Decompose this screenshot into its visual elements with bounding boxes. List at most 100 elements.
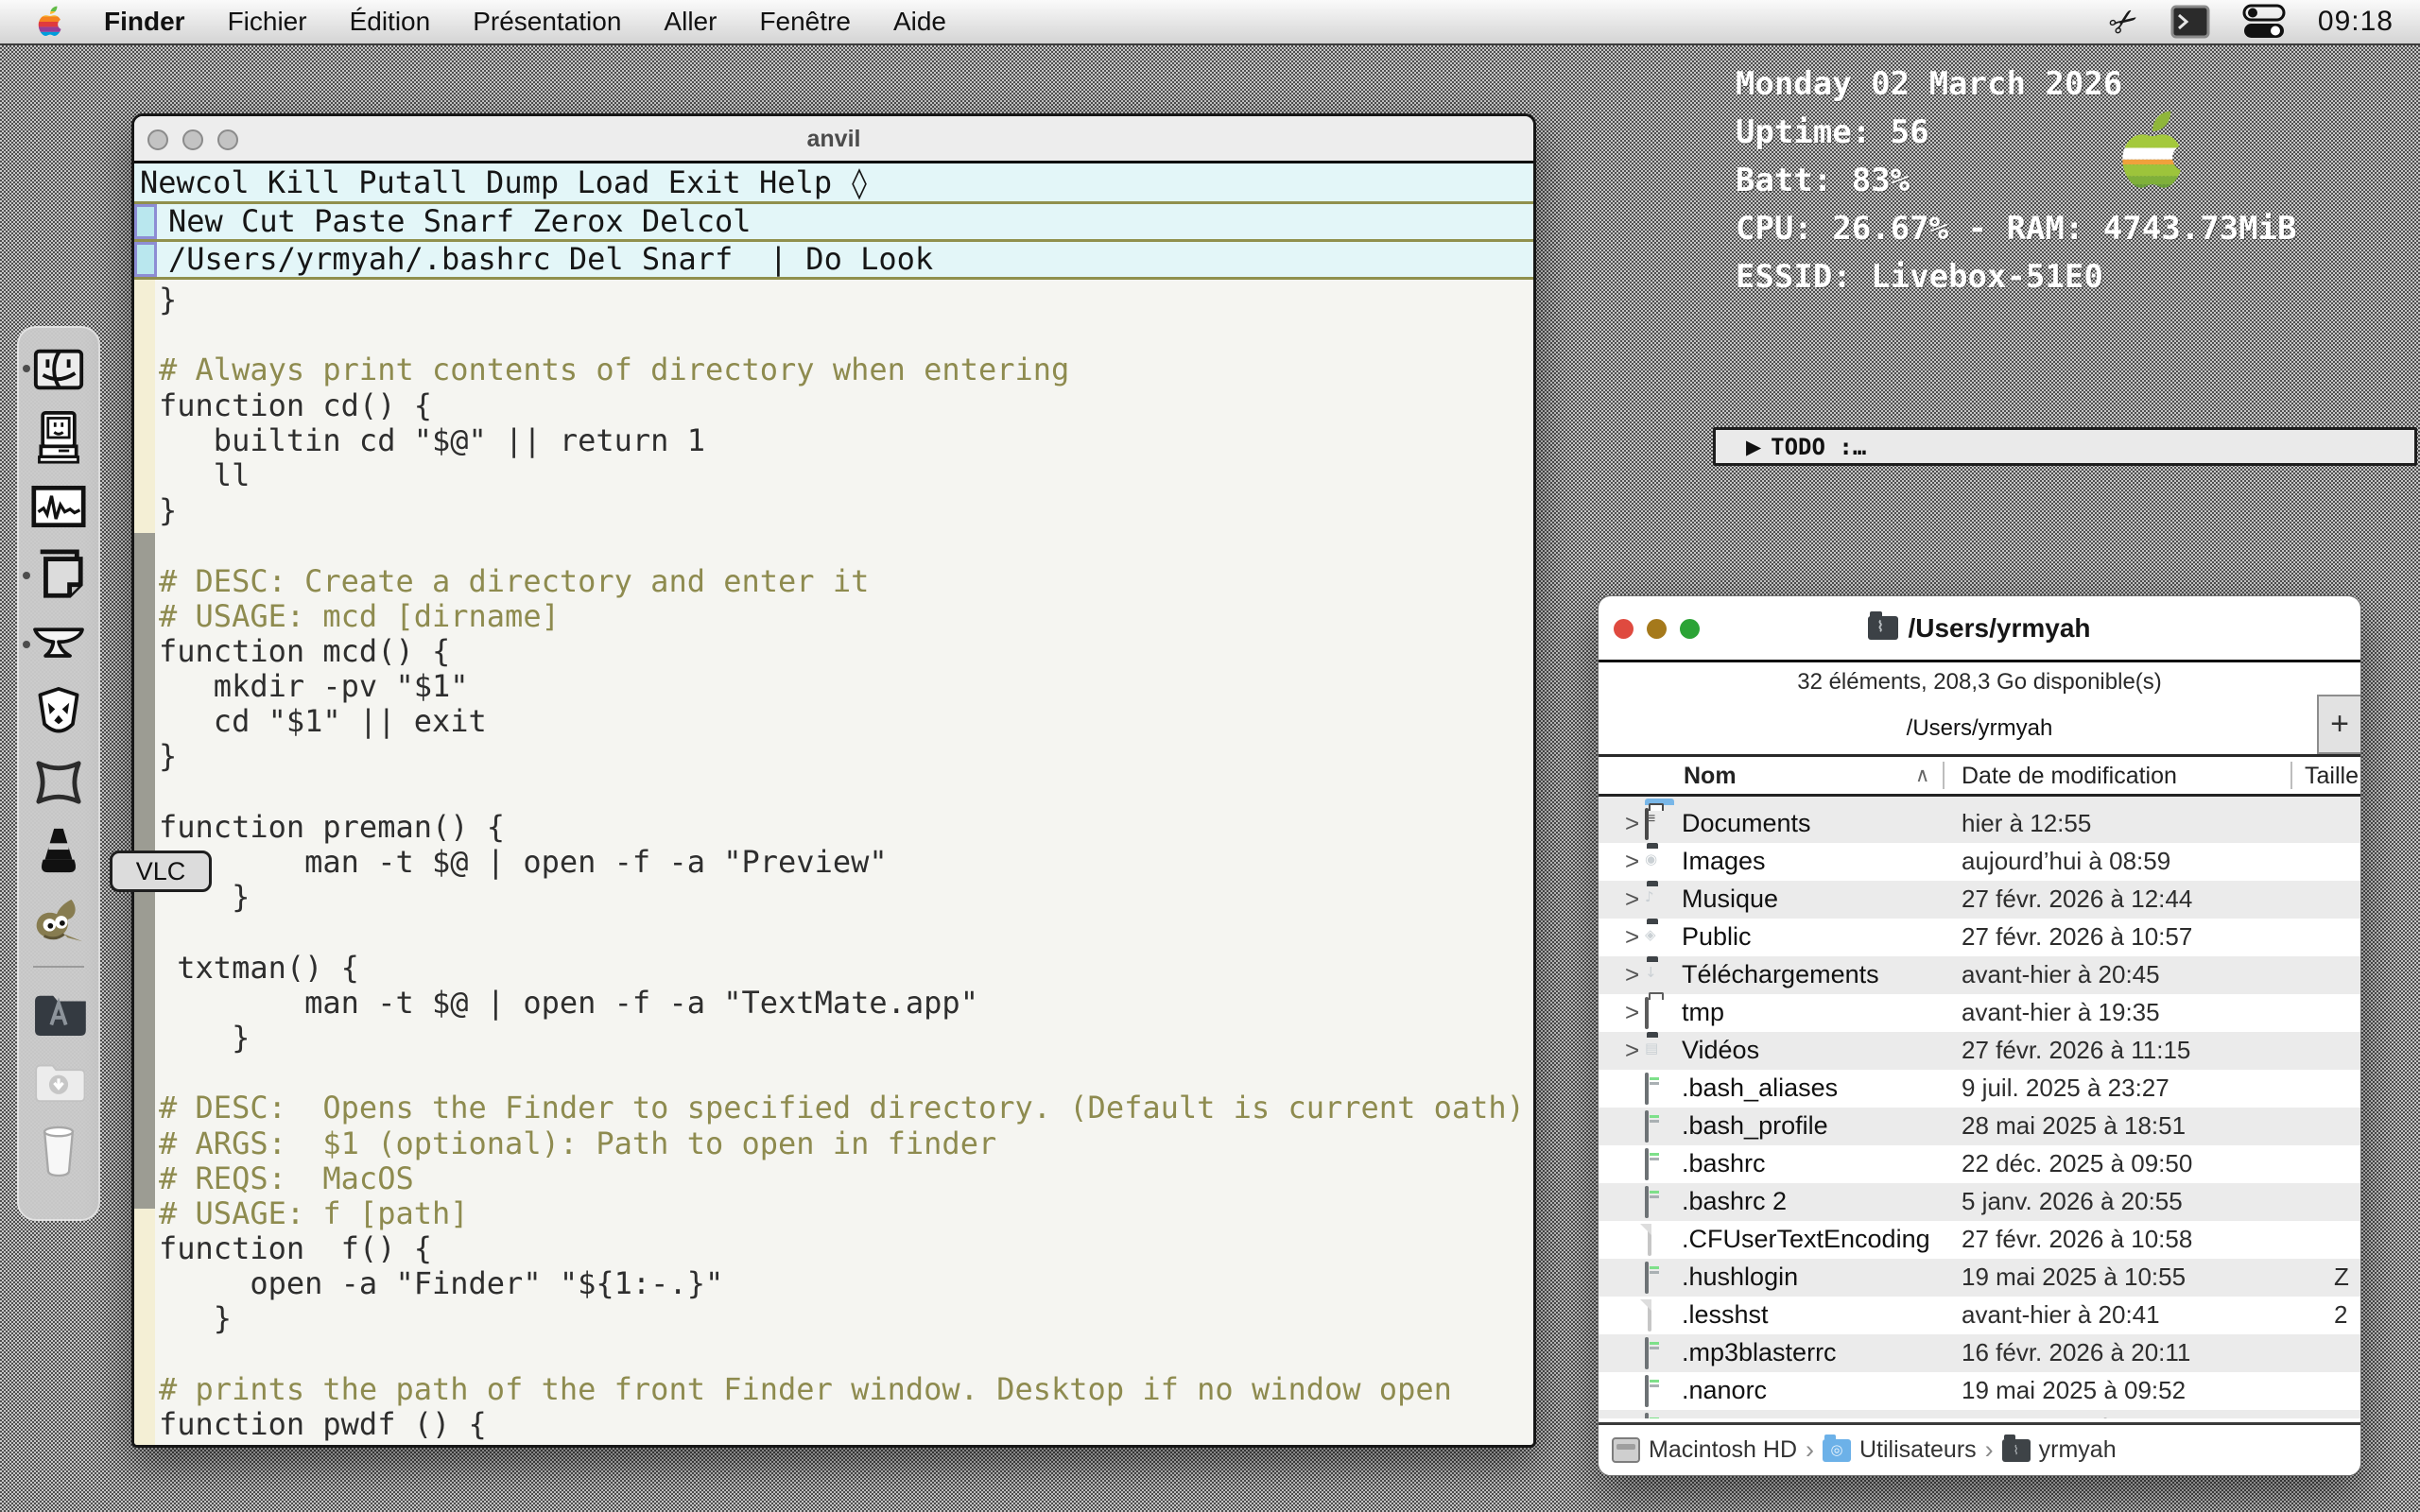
file-row[interactable]: .CFUserTextEncoding27 févr. 2026 à 10:58: [1599, 1221, 2360, 1259]
classic-mac-dock-icon[interactable]: [29, 408, 88, 467]
anvil-dock-icon[interactable]: [29, 615, 88, 674]
menu-item-presentation[interactable]: Présentation: [473, 7, 621, 37]
file-row[interactable]: .hushlogin19 mai 2025 à 10:55Z: [1599, 1259, 2360, 1297]
dark-folder-icon: [2002, 1439, 2031, 1462]
trash-dock-icon[interactable]: [29, 1122, 88, 1180]
file-row[interactable]: .bash_aliases9 juil. 2025 à 23:27: [1599, 1070, 2360, 1108]
breadcrumb-item[interactable]: yrmyah: [2002, 1436, 2117, 1464]
menu-item-finder[interactable]: Finder: [104, 7, 185, 37]
finder-dock-icon[interactable]: [29, 339, 88, 398]
finder-path-field[interactable]: /Users/yrmyah +: [1599, 702, 2360, 757]
dock-divider: [33, 966, 84, 968]
brave-dock-icon[interactable]: [29, 684, 88, 743]
terminal-icon[interactable]: [2170, 5, 2210, 39]
file-row[interactable]: .Xresources5 janv. 2026 à 12:01: [1599, 1410, 2360, 1418]
menu-item-aide[interactable]: Aide: [893, 7, 946, 37]
disclosure-chevron-icon[interactable]: >: [1625, 956, 1639, 992]
code-line: function cd() {: [159, 388, 1533, 423]
file-row[interactable]: .mp3blasterrc16 févr. 2026 à 20:11: [1599, 1334, 2360, 1372]
anvil-titlebar[interactable]: anvil: [134, 116, 1533, 163]
anvil-window-title: anvil: [134, 116, 1533, 161]
menu-item-fenetre[interactable]: Fenêtre: [759, 7, 851, 37]
file-name: Documents: [1682, 805, 1811, 841]
todo-widget[interactable]: ▶ TODO :…: [1713, 427, 2417, 466]
finder-window-title: /Users/yrmyah: [1599, 596, 2360, 660]
file-row[interactable]: .bashrc22 déc. 2025 à 09:50: [1599, 1145, 2360, 1183]
toggles-icon[interactable]: [2242, 4, 2286, 40]
acme-window-tag[interactable]: /Users/yrmyah/.bashrc Del Snarf | Do Loo…: [157, 242, 1533, 277]
activity-monitor-dock-icon[interactable]: [29, 477, 88, 536]
code-line: function mcd() {: [159, 634, 1533, 669]
file-row[interactable]: .bashrc 25 janv. 2026 à 20:55: [1599, 1183, 2360, 1221]
disclosure-chevron-icon[interactable]: >: [1625, 805, 1639, 841]
finder-titlebar[interactable]: /Users/yrmyah: [1599, 596, 2360, 662]
gimp-dock-icon[interactable]: [29, 891, 88, 950]
file-date: avant-hier à 20:45: [1962, 956, 2160, 992]
finder-status-text: 32 éléments, 208,3 Go disponible(s): [1599, 662, 2360, 702]
breadcrumb-label: yrmyah: [2039, 1436, 2117, 1464]
menu-item-edition[interactable]: Édition: [350, 7, 431, 37]
menubar-clock[interactable]: 09:18: [2318, 6, 2394, 38]
running-indicator-stickies: [23, 572, 30, 579]
file-row[interactable]: >Public27 févr. 2026 à 10:57: [1599, 919, 2360, 956]
frame-dock-icon[interactable]: [29, 753, 88, 812]
file-row[interactable]: >tmpavant-hier à 19:35: [1599, 994, 2360, 1032]
vlc-dock-icon[interactable]: [29, 822, 88, 881]
running-indicator-finder: [23, 365, 30, 372]
acme-window-drag-box[interactable]: [134, 242, 157, 277]
file-size: 2: [2334, 1297, 2347, 1332]
code-line: function f() {: [159, 1231, 1533, 1266]
file-row[interactable]: > Téléchargements avant-hier à 20:45: [1599, 956, 2360, 994]
file-row[interactable]: >Vidéos27 févr. 2026 à 11:15: [1599, 1032, 2360, 1070]
file-name: Téléchargements: [1682, 956, 1879, 992]
menu-items: Finder Fichier Édition Présentation Aller Fen…: [104, 7, 946, 37]
breadcrumb-separator: ›: [1806, 1435, 1814, 1465]
acme-column-tag[interactable]: New Cut Paste Snarf Zerox Delcol: [157, 204, 1533, 239]
breadcrumb-item[interactable]: Utilisateurs: [1823, 1436, 1977, 1464]
acme-column-drag-box[interactable]: [134, 204, 157, 239]
code-line: [159, 318, 1533, 352]
breadcrumb-item[interactable]: Macintosh HD: [1612, 1436, 1797, 1464]
green-apple-logo-icon: [2108, 110, 2197, 193]
menu-item-fichier[interactable]: Fichier: [228, 7, 307, 37]
bashrc-editor-body[interactable]: } # Always print contents of directory w…: [155, 280, 1533, 1445]
file-name: Musique: [1682, 881, 1778, 917]
file-row[interactable]: .nanorc19 mai 2025 à 09:52: [1599, 1372, 2360, 1410]
applications-folder-dock-icon[interactable]: [29, 984, 88, 1042]
code-line: ll: [159, 458, 1533, 493]
downloads-folder-dock-icon[interactable]: [29, 1053, 88, 1111]
disclosure-chevron-icon[interactable]: >: [1625, 994, 1639, 1030]
file-row[interactable]: >Documentshier à 12:55: [1599, 805, 2360, 843]
column-divider: [1943, 762, 1945, 789]
add-button[interactable]: +: [2317, 695, 2360, 754]
file-name: Public: [1682, 919, 1752, 954]
disclosure-chevron-icon[interactable]: >: [1625, 919, 1639, 954]
code-line: [159, 1337, 1533, 1372]
column-header-size[interactable]: Taille: [2305, 757, 2359, 795]
menu-bar: Finder Fichier Édition Présentation Aller Fen…: [0, 0, 2420, 45]
disclosure-chevron-icon[interactable]: >: [1625, 881, 1639, 917]
scissors-icon[interactable]: ✂: [2101, 0, 2147, 45]
file-row[interactable]: .lesshstavant-hier à 20:412: [1599, 1297, 2360, 1334]
column-header-name[interactable]: Nom: [1684, 757, 1737, 795]
file-date: 5 janv. 2026 à 20:55: [1962, 1183, 2183, 1219]
code-line: }: [159, 493, 1533, 528]
code-line: # REQS: MacOS: [159, 1161, 1533, 1196]
file-date: 9 juil. 2025 à 23:27: [1962, 1070, 2169, 1106]
apple-menu-icon[interactable]: [36, 6, 64, 38]
column-header-date[interactable]: Date de modification: [1962, 757, 2177, 795]
finder-column-header: Nom ∧ Date de modification Taille: [1599, 757, 2360, 797]
file-row[interactable]: .bash_profile28 mai 2025 à 18:51: [1599, 1108, 2360, 1145]
file-row[interactable]: >Musique27 févr. 2026 à 12:44: [1599, 881, 2360, 919]
acme-main-tag[interactable]: Newcol Kill Putall Dump Load Exit Help ◊: [134, 163, 1533, 201]
file-row[interactable]: >Imagesaujourd’hui à 08:59: [1599, 843, 2360, 881]
disclosure-chevron-icon[interactable]: >: [1625, 1032, 1639, 1068]
code-line: cd "$1" || exit: [159, 704, 1533, 739]
folder-icon: [1868, 616, 1898, 640]
partial-row-bureau[interactable]: [1599, 797, 2360, 805]
stickies-dock-icon[interactable]: [29, 546, 88, 605]
disclosure-chevron-icon[interactable]: >: [1625, 843, 1639, 879]
exec-file-icon: [1645, 1110, 1649, 1143]
menu-item-aller[interactable]: Aller: [664, 7, 717, 37]
sort-ascending-icon[interactable]: ∧: [1915, 757, 1929, 795]
